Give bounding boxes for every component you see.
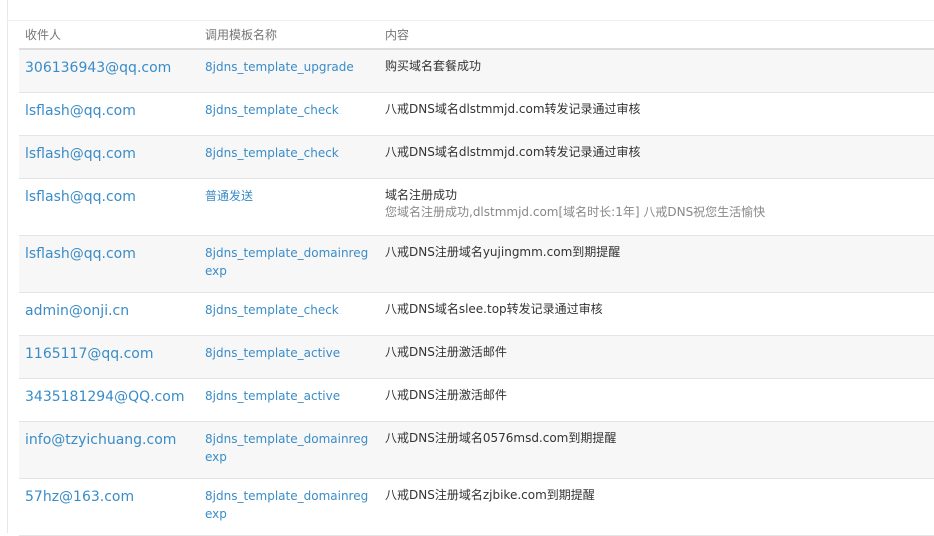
- table-row: lsflash@qq.com 8jdns_template_domainrege…: [19, 235, 934, 293]
- table-row: lsflash@qq.com 8jdns_template_check 八戒DN…: [19, 135, 934, 179]
- content-text: 八戒DNS域名dlstmmjd.com转发记录通过审核: [385, 101, 641, 116]
- content-text: 购买域名套餐成功: [385, 59, 482, 73]
- recipient-cell: 306136943@qq.com: [19, 49, 199, 93]
- template-link[interactable]: 8jdns_template_domainregexp: [205, 244, 373, 280]
- recipient-link[interactable]: admin@onji.cn: [25, 301, 193, 320]
- column-header-template[interactable]: 调用模板名称: [199, 20, 379, 50]
- recipient-link[interactable]: info@tzyichuang.com: [25, 430, 193, 449]
- content-text: 八戒DNS注册域名yujingmm.com到期提醒: [385, 244, 621, 259]
- content-text: 八戒DNS注册激活邮件: [385, 387, 507, 402]
- table-row: info@tzyichuang.com 8jdns_template_domai…: [19, 421, 934, 479]
- template-link[interactable]: 8jdns_template_upgrade: [205, 58, 373, 76]
- content-cell: 八戒DNS注册激活邮件: [379, 378, 934, 422]
- template-cell: 8jdns_template_check: [199, 135, 379, 179]
- table-row: 1165117@qq.com 8jdns_template_active 八戒D…: [19, 335, 934, 379]
- recipient-cell: admin@onji.cn: [19, 292, 199, 336]
- content-cell: 八戒DNS域名dlstmmjd.com转发记录通过审核: [379, 92, 934, 136]
- content-text: 八戒DNS域名slee.top转发记录通过审核: [385, 301, 603, 316]
- recipient-link[interactable]: 306136943@qq.com: [25, 58, 193, 77]
- content-text: 八戒DNS域名dlstmmjd.com转发记录通过审核: [385, 144, 641, 159]
- content-cell: 八戒DNS注册域名yujingmm.com到期提醒: [379, 235, 934, 293]
- template-link[interactable]: 8jdns_template_check: [205, 101, 373, 119]
- template-cell: 8jdns_template_upgrade: [199, 49, 379, 93]
- template-cell: 8jdns_template_domainregexp: [199, 235, 379, 293]
- content-text: 八戒DNS注册域名0576msd.com到期提醒: [385, 430, 617, 445]
- content-text: 八戒DNS注册激活邮件: [385, 344, 507, 359]
- template-link[interactable]: 8jdns_template_active: [205, 344, 373, 362]
- panel-left-border: [7, 0, 8, 533]
- recipient-cell: 1165117@qq.com: [19, 335, 199, 379]
- content-text: 域名注册成功: [385, 187, 458, 202]
- table-header-row: 收件人 调用模板名称 内容: [19, 20, 934, 50]
- template-link[interactable]: 普通发送: [205, 187, 373, 205]
- recipient-cell: 57hz@163.com: [19, 478, 199, 536]
- template-cell: 8jdns_template_active: [199, 335, 379, 379]
- mail-log-panel: 收件人 调用模板名称 内容 306136943@qq.com 8jdns_tem…: [0, 0, 934, 536]
- table-row: 306136943@qq.com 8jdns_template_upgrade …: [19, 49, 934, 93]
- content-detail-text: 您域名注册成功,dlstmmjd.com[域名时长:1年] 八戒DNS祝您生活愉…: [385, 204, 766, 219]
- content-cell: 购买域名套餐成功: [379, 49, 934, 93]
- template-cell: 普通发送: [199, 178, 379, 236]
- recipient-cell: lsflash@qq.com: [19, 135, 199, 179]
- table-row: 57hz@163.com 8jdns_template_domainregexp…: [19, 478, 934, 536]
- template-link[interactable]: 8jdns_template_active: [205, 387, 373, 405]
- recipient-link[interactable]: lsflash@qq.com: [25, 144, 193, 163]
- recipient-link[interactable]: 3435181294@QQ.com: [25, 387, 193, 406]
- template-link[interactable]: 8jdns_template_check: [205, 144, 373, 162]
- recipient-cell: 3435181294@QQ.com: [19, 378, 199, 422]
- template-cell: 8jdns_template_check: [199, 92, 379, 136]
- table-row: lsflash@qq.com 8jdns_template_check 八戒DN…: [19, 92, 934, 136]
- template-link[interactable]: 8jdns_template_domainregexp: [205, 487, 373, 523]
- template-cell: 8jdns_template_domainregexp: [199, 421, 379, 479]
- recipient-cell: lsflash@qq.com: [19, 235, 199, 293]
- content-cell: 域名注册成功 您域名注册成功,dlstmmjd.com[域名时长:1年] 八戒D…: [379, 178, 934, 236]
- recipient-link[interactable]: 1165117@qq.com: [25, 344, 193, 363]
- template-cell: 8jdns_template_domainregexp: [199, 478, 379, 536]
- table-row: 3435181294@QQ.com 8jdns_template_active …: [19, 378, 934, 422]
- template-cell: 8jdns_template_check: [199, 292, 379, 336]
- recipient-link[interactable]: 57hz@163.com: [25, 487, 193, 506]
- template-link[interactable]: 8jdns_template_domainregexp: [205, 430, 373, 466]
- content-text: 八戒DNS注册域名zjbike.com到期提醒: [385, 487, 595, 502]
- content-cell: 八戒DNS注册域名0576msd.com到期提醒: [379, 421, 934, 479]
- template-link[interactable]: 8jdns_template_check: [205, 301, 373, 319]
- recipient-link[interactable]: lsflash@qq.com: [25, 187, 193, 206]
- table-row: admin@onji.cn 8jdns_template_check 八戒DNS…: [19, 292, 934, 336]
- content-cell: 八戒DNS注册域名zjbike.com到期提醒: [379, 478, 934, 536]
- mail-log-table: 收件人 调用模板名称 内容 306136943@qq.com 8jdns_tem…: [19, 20, 934, 536]
- column-header-content[interactable]: 内容: [379, 20, 934, 50]
- table-row: lsflash@qq.com 普通发送 域名注册成功 您域名注册成功,dlstm…: [19, 178, 934, 236]
- content-cell: 八戒DNS域名slee.top转发记录通过审核: [379, 292, 934, 336]
- content-cell: 八戒DNS注册激活邮件: [379, 335, 934, 379]
- template-cell: 8jdns_template_active: [199, 378, 379, 422]
- column-header-recipient[interactable]: 收件人: [19, 20, 199, 50]
- recipient-link[interactable]: lsflash@qq.com: [25, 244, 193, 263]
- recipient-cell: lsflash@qq.com: [19, 92, 199, 136]
- recipient-link[interactable]: lsflash@qq.com: [25, 101, 193, 120]
- content-cell: 八戒DNS域名dlstmmjd.com转发记录通过审核: [379, 135, 934, 179]
- recipient-cell: lsflash@qq.com: [19, 178, 199, 236]
- recipient-cell: info@tzyichuang.com: [19, 421, 199, 479]
